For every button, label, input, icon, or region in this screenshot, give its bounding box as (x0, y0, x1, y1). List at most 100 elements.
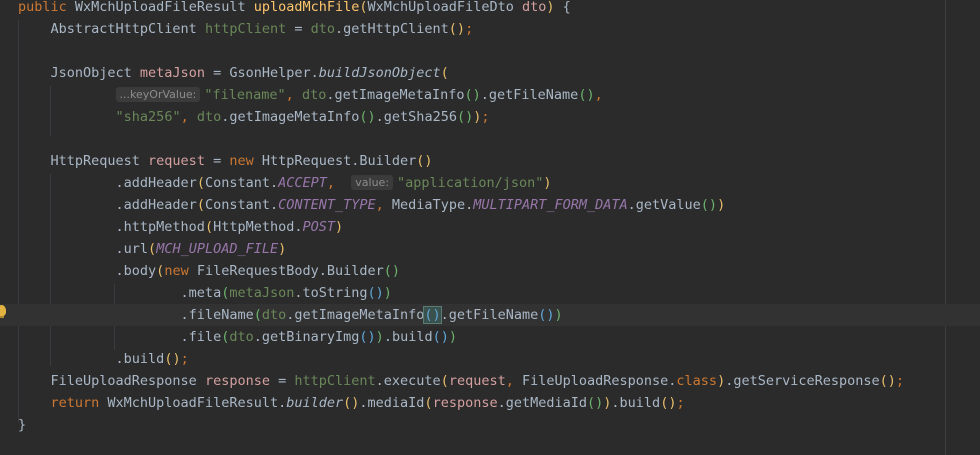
code-token: .addHeader (18, 175, 197, 191)
code-token: .httpMethod (18, 219, 205, 235)
code-token: } (18, 417, 27, 433)
code-line-current[interactable]: .fileName(dto.getImageMetaInfo().getFile… (0, 304, 980, 326)
code-line[interactable]: .body(new FileRequestBody.Builder() (0, 260, 980, 282)
code-line[interactable]: public WxMchUploadFileResult uploadMchFi… (0, 0, 980, 18)
code-token: ( (148, 241, 157, 257)
code-token: , (594, 87, 603, 103)
code-token: { (554, 0, 571, 15)
code-token: () (464, 87, 481, 103)
code-token: .getFileName (480, 87, 579, 103)
code-token: dto (301, 87, 327, 103)
code-token: () (448, 21, 466, 37)
code-token: Constant. (204, 175, 279, 191)
code-token: ( (204, 219, 214, 235)
code-token: ( (196, 197, 205, 213)
code-token: .getMediaId (497, 395, 587, 411)
code-line[interactable]: .file(dto.getBinaryImg()).build()) (0, 326, 980, 348)
code-line[interactable]: AbstractHttpClient httpClient = dto.getH… (0, 18, 980, 40)
lightbulb-icon[interactable] (0, 305, 6, 318)
code-token: () (416, 153, 433, 169)
code-token: .build (611, 395, 661, 411)
code-token: FileRequestBody.Builder (196, 263, 384, 279)
code-token: AbstractHttpClient (18, 21, 205, 37)
code-token: () (359, 109, 376, 125)
code-token: .getBinaryImg (253, 329, 360, 345)
code-token: ( (440, 65, 449, 81)
code-token: , (180, 109, 197, 125)
code-token: () (578, 87, 595, 103)
code-line[interactable]: .addHeader(Constant.CONTENT_TYPE, MediaT… (0, 194, 980, 216)
code-line[interactable]: JsonObject metaJson = GsonHelper.buildJs… (0, 62, 980, 84)
code-token: HttpMethod. (213, 219, 303, 235)
code-token: new (164, 263, 197, 279)
code-token: HttpRequest.Builder (261, 153, 417, 169)
code-token: () (587, 395, 604, 411)
code-token: .build (18, 351, 165, 367)
code-line[interactable]: .addHeader(Constant.ACCEPT, value: "appli… (0, 172, 980, 194)
code-token: .getHttpClient (335, 21, 449, 37)
code-line[interactable]: .meta(metaJson.toString()) (0, 282, 980, 304)
code-token: MediaType. (391, 197, 474, 213)
code-token: () (359, 329, 376, 345)
code-token: .getSha256 (375, 109, 457, 125)
code-line[interactable]: } (0, 414, 980, 436)
code-token: MCH_UPLOAD_FILE (156, 241, 279, 257)
code-token: builder (286, 395, 344, 411)
code-token: WxMchUploadFileResult (74, 0, 254, 15)
code-token: ; (465, 21, 474, 37)
code-token: = (204, 153, 230, 169)
code-line[interactable]: FileUploadResponse response = httpClient… (0, 370, 980, 392)
code-token: () (367, 285, 384, 301)
code-token: response (432, 395, 498, 411)
code-token: ( (424, 395, 433, 411)
code-token: .getImageMetaInfo (221, 109, 360, 125)
code-token: ; (895, 373, 905, 389)
code-token: ) (383, 285, 392, 301)
code-token: FileUploadResponse. (521, 373, 677, 389)
code-token: metaJson (229, 285, 295, 301)
code-token: .getServiceResponse (725, 373, 880, 389)
code-token: () (432, 329, 449, 345)
code-line[interactable]: return WxMchUploadFileResult.builder().m… (0, 392, 980, 414)
code-token: "application/json" (397, 175, 544, 191)
code-editor[interactable]: public WxMchUploadFileResult uploadMchFi… (0, 0, 980, 455)
code-token: "sha256" (115, 109, 181, 125)
code-token: dto (521, 0, 547, 15)
code-token: () (879, 373, 896, 389)
code-line[interactable]: .build(); (0, 348, 980, 370)
code-token: return (18, 395, 108, 411)
code-token: ) (717, 373, 726, 389)
code-token: .url (18, 241, 149, 257)
code-token: ACCEPT (278, 175, 327, 191)
code-token: dto (310, 21, 335, 37)
code-token: dto (196, 109, 222, 125)
code-token: Constant. (204, 197, 279, 213)
code-token: .body (18, 263, 157, 279)
code-line[interactable]: HttpRequest request = new HttpRequest.Bu… (0, 150, 980, 172)
code-token: .addHeader (18, 197, 197, 213)
code-line[interactable]: "sha256", dto.getImageMetaInfo().getSha2… (0, 106, 980, 128)
code-token: .getImageMetaInfo (286, 307, 425, 323)
code-token: () (538, 307, 555, 323)
code-token: ( (196, 175, 205, 191)
code-token: CONTENT_TYPE (278, 197, 376, 213)
code-token: ; (180, 351, 189, 367)
code-token: .execute (375, 373, 441, 389)
code-token: , (505, 373, 522, 389)
code-token: () (423, 306, 442, 324)
code-token: uploadMchFile (253, 0, 360, 15)
code-line[interactable] (0, 128, 980, 150)
code-token: .getValue (627, 197, 701, 213)
code-line[interactable]: .httpMethod(HttpMethod.POST) (0, 216, 980, 238)
code-token: .fileName (18, 307, 254, 323)
code-line[interactable]: ...keyOrValue: "filename", dto.getImageMe… (0, 84, 980, 106)
code-line[interactable] (0, 40, 980, 62)
code-token: () (456, 109, 474, 125)
code-token: new (229, 153, 262, 169)
code-line[interactable]: .url(MCH_UPLOAD_FILE) (0, 238, 980, 260)
code-token: POST (302, 219, 335, 235)
code-token: ( (359, 0, 368, 15)
code-token: ( (253, 307, 262, 323)
